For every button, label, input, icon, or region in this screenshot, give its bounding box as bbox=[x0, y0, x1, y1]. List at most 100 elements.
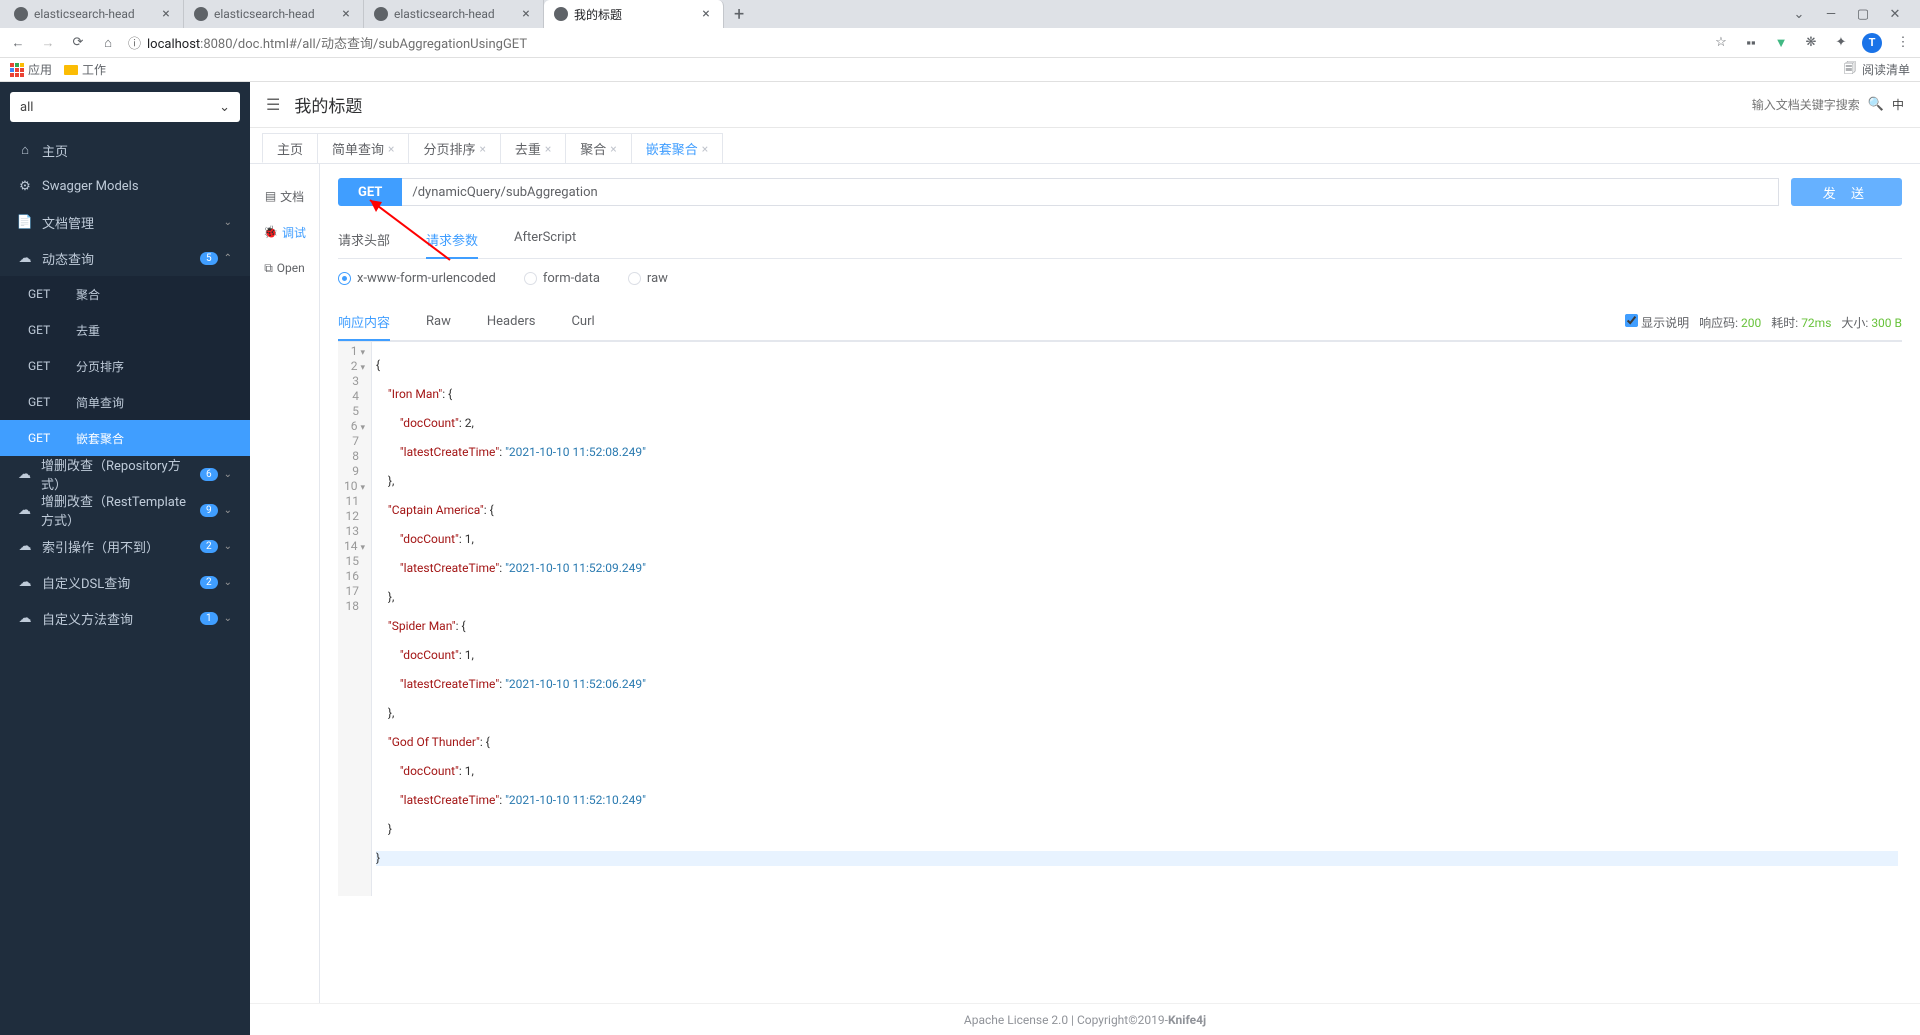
sidebar-item[interactable]: ☁自定义DSL查询2⌄ bbox=[0, 564, 250, 600]
radio-icon bbox=[524, 272, 537, 285]
sidebar-sub-item[interactable]: GET简单查询 bbox=[0, 384, 250, 420]
count-badge: 5 bbox=[200, 252, 218, 265]
close-icon[interactable]: × bbox=[610, 142, 616, 156]
sidebar-item[interactable]: ☁索引操作（用不到）2⌄ bbox=[0, 528, 250, 564]
browser-tab-active[interactable]: 我的标题× bbox=[544, 0, 724, 28]
language-toggle[interactable]: 中 bbox=[1892, 96, 1904, 113]
sidebar-item[interactable]: ☁增删改查（RestTemplate方式）9⌄ bbox=[0, 492, 250, 528]
minimize-icon[interactable]: — bbox=[1824, 7, 1838, 21]
sidebar-sub-item[interactable]: GET分页排序 bbox=[0, 348, 250, 384]
close-icon[interactable]: × bbox=[519, 7, 533, 21]
bug-icon: 🐞 bbox=[263, 225, 278, 239]
page-title: 我的标题 bbox=[294, 92, 362, 117]
method-badge: GET bbox=[338, 178, 402, 206]
main: ☰ 我的标题 🔍 中 主页 简单查询× 分页排序× 去重× 聚合× 嵌套聚合× … bbox=[250, 82, 1920, 1035]
sidebar-item[interactable]: ☁自定义方法查询1⌄ bbox=[0, 600, 250, 636]
search-icon[interactable]: 🔍 bbox=[1868, 97, 1884, 112]
url-input[interactable] bbox=[402, 178, 1778, 206]
sidebar-sub-item[interactable]: GET去重 bbox=[0, 312, 250, 348]
menu-icon[interactable]: ⋮ bbox=[1894, 34, 1912, 52]
close-icon[interactable]: × bbox=[479, 142, 485, 156]
browser-tab[interactable]: elasticsearch-head× bbox=[184, 0, 364, 28]
tab[interactable]: 去重× bbox=[500, 133, 566, 163]
globe-icon bbox=[194, 7, 208, 21]
response-tabs: 响应内容 Raw Headers Curl 显示说明 响应码: 200 耗时: … bbox=[338, 304, 1902, 341]
cloud-icon: ☁ bbox=[18, 575, 32, 589]
close-icon[interactable]: × bbox=[699, 7, 713, 21]
star-icon[interactable]: ☆ bbox=[1712, 34, 1730, 52]
reading-list-button[interactable]: 阅读清单 bbox=[1862, 61, 1910, 78]
tab-request-headers[interactable]: 请求头部 bbox=[338, 222, 390, 259]
side-tab-open[interactable]: ⧉Open bbox=[250, 250, 319, 286]
tab[interactable]: 简单查询× bbox=[317, 133, 409, 163]
vue-icon[interactable]: ▼ bbox=[1772, 34, 1790, 52]
chevron-down-icon: ⌄ bbox=[224, 613, 232, 624]
close-icon[interactable]: × bbox=[702, 142, 708, 156]
search-input[interactable] bbox=[1710, 98, 1860, 112]
apps-button[interactable]: 应用 bbox=[10, 61, 52, 78]
tab-home[interactable]: 主页 bbox=[262, 133, 318, 163]
reload-button[interactable]: ⟳ bbox=[68, 33, 88, 53]
cloud-icon: ☁ bbox=[18, 251, 32, 265]
side-tabs: ▤文档 🐞调试 ⧉Open bbox=[250, 164, 320, 1003]
request-row: GET 发 送 bbox=[338, 178, 1902, 206]
back-button[interactable]: ← bbox=[8, 33, 28, 53]
side-tab-debug[interactable]: 🐞调试 bbox=[250, 214, 319, 250]
show-desc-checkbox[interactable]: 显示说明 bbox=[1625, 314, 1689, 331]
chevron-down-icon[interactable]: ⌄ bbox=[1792, 7, 1806, 21]
sidebar-item-dynamic-query[interactable]: ☁动态查询5⌃ bbox=[0, 240, 250, 276]
tab[interactable]: 分页排序× bbox=[408, 133, 500, 163]
menu-toggle-icon[interactable]: ☰ bbox=[266, 95, 280, 114]
radio-form-data[interactable]: form-data bbox=[524, 271, 600, 286]
count-badge: 2 bbox=[200, 540, 218, 553]
tab-response-headers[interactable]: Headers bbox=[487, 306, 536, 339]
count-badge: 2 bbox=[200, 576, 218, 589]
send-button[interactable]: 发 送 bbox=[1791, 178, 1902, 206]
sidebar-item-doc-mgmt[interactable]: 📄文档管理⌄ bbox=[0, 204, 250, 240]
group-select[interactable]: all⌄ bbox=[10, 92, 240, 122]
reading-list-icon[interactable]: 🗐 bbox=[1844, 59, 1856, 80]
cloud-icon: ☁ bbox=[18, 503, 31, 517]
browser-chrome: elasticsearch-head× elasticsearch-head× … bbox=[0, 0, 1920, 82]
tab-response-curl[interactable]: Curl bbox=[571, 306, 594, 339]
radio-raw[interactable]: raw bbox=[628, 271, 668, 286]
topbar: ☰ 我的标题 🔍 中 bbox=[250, 82, 1920, 128]
maximize-icon[interactable]: ▢ bbox=[1856, 7, 1870, 21]
forward-button[interactable]: → bbox=[38, 33, 58, 53]
home-icon[interactable]: ⌂ bbox=[98, 33, 118, 53]
sidebar-sub-item-active[interactable]: GET嵌套聚合 bbox=[0, 420, 250, 456]
close-icon[interactable]: × bbox=[545, 142, 551, 156]
code-content[interactable]: { "Iron Man": { "docCount": 2, "latestCr… bbox=[372, 342, 1902, 896]
globe-icon bbox=[554, 7, 568, 21]
close-icon[interactable]: × bbox=[159, 7, 173, 21]
side-tab-doc[interactable]: ▤文档 bbox=[250, 178, 319, 214]
new-tab-button[interactable]: + bbox=[724, 4, 754, 25]
extensions-icon[interactable]: ✦ bbox=[1832, 34, 1850, 52]
tab-response-content[interactable]: 响应内容 bbox=[338, 304, 390, 341]
url-input[interactable]: ⓘ localhost:8080/doc.html#/all/动态查询/subA… bbox=[128, 33, 1702, 52]
sidebar-item-swagger[interactable]: ⚙Swagger Models bbox=[0, 168, 250, 204]
close-icon[interactable]: × bbox=[388, 142, 394, 156]
tab-request-params[interactable]: 请求参数 bbox=[426, 222, 478, 259]
tab[interactable]: 聚合× bbox=[565, 133, 631, 163]
tab-afterscript[interactable]: AfterScript bbox=[514, 222, 576, 259]
gear-icon: ⚙ bbox=[18, 179, 32, 193]
browser-tab[interactable]: elasticsearch-head× bbox=[4, 0, 184, 28]
sidebar-item[interactable]: ☁增删改查（Repository方式）6⌄ bbox=[0, 456, 250, 492]
chevron-down-icon: ⌄ bbox=[224, 541, 232, 552]
close-icon[interactable]: ✕ bbox=[1888, 7, 1902, 21]
sidebar-item-home[interactable]: ⌂主页 bbox=[0, 132, 250, 168]
radio-form-urlencoded[interactable]: x-www-form-urlencoded bbox=[338, 271, 496, 286]
extension-icon[interactable]: ❋ bbox=[1802, 34, 1820, 52]
count-badge: 6 bbox=[200, 468, 218, 481]
browser-tab[interactable]: elasticsearch-head× bbox=[364, 0, 544, 28]
info-icon[interactable]: ⓘ bbox=[128, 33, 141, 52]
tab-active[interactable]: 嵌套聚合× bbox=[631, 133, 723, 163]
content: GET 发 送 请求头部 请求参数 AfterScript x-www-form… bbox=[320, 164, 1920, 1003]
bookmark-folder[interactable]: 工作 bbox=[64, 61, 106, 78]
profile-avatar[interactable]: T bbox=[1862, 33, 1882, 53]
tab-response-raw[interactable]: Raw bbox=[426, 306, 451, 339]
close-icon[interactable]: × bbox=[339, 7, 353, 21]
sidebar-sub-item[interactable]: GET聚合 bbox=[0, 276, 250, 312]
extension-icon[interactable]: ▪▪ bbox=[1742, 34, 1760, 52]
